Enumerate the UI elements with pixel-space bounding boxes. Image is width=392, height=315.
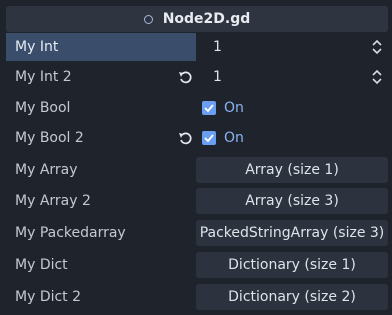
spinbox-value[interactable]: 1 <box>213 64 222 90</box>
checkbox-checked-icon[interactable] <box>202 101 216 115</box>
revert-icon[interactable] <box>178 70 192 84</box>
inspector-panel: Node2D.gd My Int 1 My Int 2 1 My Bool On… <box>0 0 392 315</box>
int-spinbox[interactable]: 1 <box>196 64 388 90</box>
property-row-my-int[interactable]: My Int 1 <box>6 33 390 61</box>
property-label: My Array 2 <box>15 193 91 209</box>
bool-checkbox[interactable]: On <box>196 95 388 121</box>
dictionary-editor-button[interactable]: Dictionary (size 2) <box>196 284 388 310</box>
property-label: My Bool <box>15 100 71 116</box>
script-icon <box>143 14 153 24</box>
dictionary-editor-button[interactable]: Dictionary (size 1) <box>196 252 388 278</box>
property-row-my-bool[interactable]: My Bool On <box>6 94 390 122</box>
property-row-my-array[interactable]: My Array Array (size 1) <box>6 156 390 184</box>
checkbox-label[interactable]: On <box>224 95 244 121</box>
property-label: My Array <box>15 162 78 178</box>
property-label: My Dict <box>15 257 68 273</box>
bool-checkbox[interactable]: On <box>196 125 388 151</box>
array-editor-button[interactable]: Array (size 1) <box>196 157 388 183</box>
updown-icon[interactable] <box>372 39 382 55</box>
property-row-my-array-2[interactable]: My Array 2 Array (size 3) <box>6 187 390 215</box>
packed-array-editor-button[interactable]: PackedStringArray (size 3) <box>196 220 388 246</box>
property-row-my-dict[interactable]: My Dict Dictionary (size 1) <box>6 251 390 279</box>
property-row-my-bool-2[interactable]: My Bool 2 On <box>6 124 390 152</box>
property-label: My Bool 2 <box>15 130 84 146</box>
checkbox-label[interactable]: On <box>224 125 244 151</box>
property-row-my-int-2[interactable]: My Int 2 1 <box>6 63 390 91</box>
property-label: My Int <box>6 33 196 61</box>
property-row-my-dict-2[interactable]: My Dict 2 Dictionary (size 2) <box>6 283 390 311</box>
script-title: Node2D.gd <box>162 11 251 27</box>
property-label: My Int 2 <box>15 69 72 85</box>
property-label: My Packedarray <box>15 225 126 241</box>
property-row-my-packedarray[interactable]: My Packedarray PackedStringArray (size 3… <box>6 219 390 247</box>
script-section-header[interactable]: Node2D.gd <box>6 6 388 32</box>
checkbox-checked-icon[interactable] <box>202 131 216 145</box>
int-spinbox[interactable]: 1 <box>196 34 388 60</box>
revert-icon[interactable] <box>178 131 192 145</box>
spinbox-value[interactable]: 1 <box>213 34 222 60</box>
property-label: My Dict 2 <box>15 289 82 305</box>
updown-icon[interactable] <box>372 69 382 85</box>
array-editor-button[interactable]: Array (size 3) <box>196 188 388 214</box>
